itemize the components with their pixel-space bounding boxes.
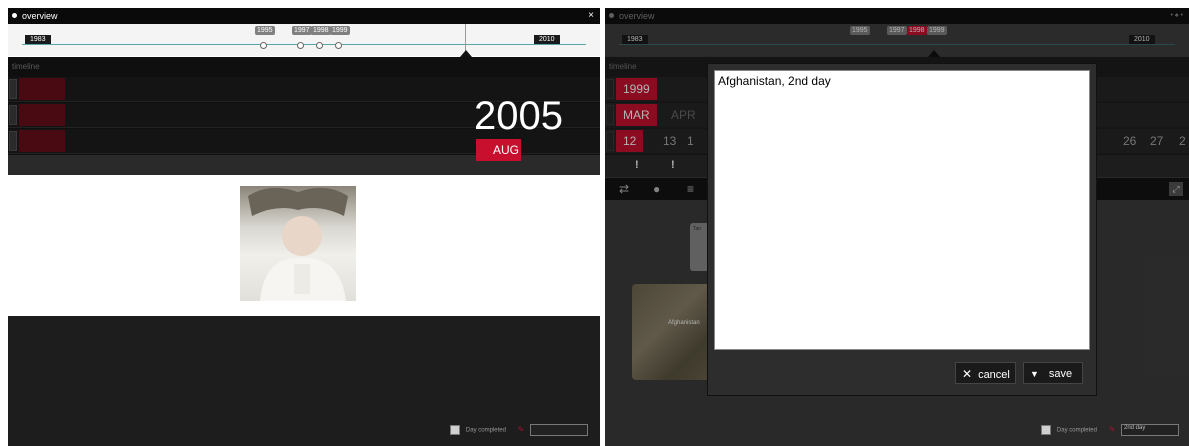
day-completed-label: Day completed <box>465 427 506 434</box>
day-title-input[interactable]: 2nd day <box>1121 424 1179 436</box>
bullet-icon <box>12 13 17 18</box>
year-cell[interactable] <box>19 78 65 100</box>
pencil-icon: ✎ <box>1108 424 1116 434</box>
cancel-button[interactable]: ✕ cancel <box>955 362 1016 384</box>
left-overview-panel: overview × 1983 2010 1995 1997 1998 1999… <box>8 8 600 446</box>
year-marker[interactable]: 1995 <box>255 26 275 35</box>
year-timeline[interactable]: 1983 2010 1995 1997 1998 1999 <box>8 24 600 56</box>
footer-bar: Day completed ✎ 2nd day <box>1041 424 1179 438</box>
day-completed-checkbox[interactable] <box>1041 425 1052 435</box>
save-label: save <box>1048 368 1073 380</box>
drag-handle[interactable] <box>9 79 17 99</box>
month-button[interactable]: AUG <box>476 139 521 161</box>
year-knob[interactable] <box>316 42 323 49</box>
save-arrow-icon: ▼ <box>1030 369 1039 379</box>
timeline-track <box>22 44 586 45</box>
close-icon[interactable]: × <box>588 8 594 24</box>
day-cell[interactable] <box>19 130 65 152</box>
drag-handle[interactable] <box>9 105 17 125</box>
right-overview-panel: overview • ♠ • 1983 2010 1995 1997 1998 … <box>605 8 1189 446</box>
current-year-display: 2005 <box>474 94 563 138</box>
year-marker[interactable]: 1997 <box>292 26 312 35</box>
text-editor-dialog: Afghanistan, 2nd day ✕ cancel ▼ save <box>707 63 1097 396</box>
pencil-icon: ✎ <box>517 424 525 434</box>
month-cell[interactable] <box>19 104 65 126</box>
note-textarea[interactable]: Afghanistan, 2nd day <box>714 70 1090 350</box>
day-completed-checkbox[interactable] <box>450 425 461 435</box>
timeline-end-year: 2010 <box>534 35 560 44</box>
year-marker[interactable]: 1999 <box>330 26 350 35</box>
year-knob[interactable] <box>260 42 267 49</box>
timeline-start-year: 1983 <box>25 35 51 44</box>
footer-bar: Day completed ✎ <box>450 424 588 438</box>
save-button[interactable]: ▼ save <box>1023 362 1083 384</box>
timeline-label: timeline <box>12 62 40 71</box>
year-knob[interactable] <box>335 42 342 49</box>
cancel-label: cancel <box>978 369 1010 381</box>
drag-handle[interactable] <box>9 131 17 151</box>
overview-titlebar: overview × <box>8 8 600 24</box>
x-icon: ✕ <box>962 367 973 381</box>
year-knob[interactable] <box>297 42 304 49</box>
timeline-pointer-icon <box>460 50 472 57</box>
portrait-photo <box>240 186 356 301</box>
day-completed-label: Day completed <box>1056 427 1097 434</box>
year-marker[interactable]: 1998 <box>311 26 331 35</box>
panel-title: overview <box>22 11 58 21</box>
day-title-input[interactable] <box>530 424 588 436</box>
